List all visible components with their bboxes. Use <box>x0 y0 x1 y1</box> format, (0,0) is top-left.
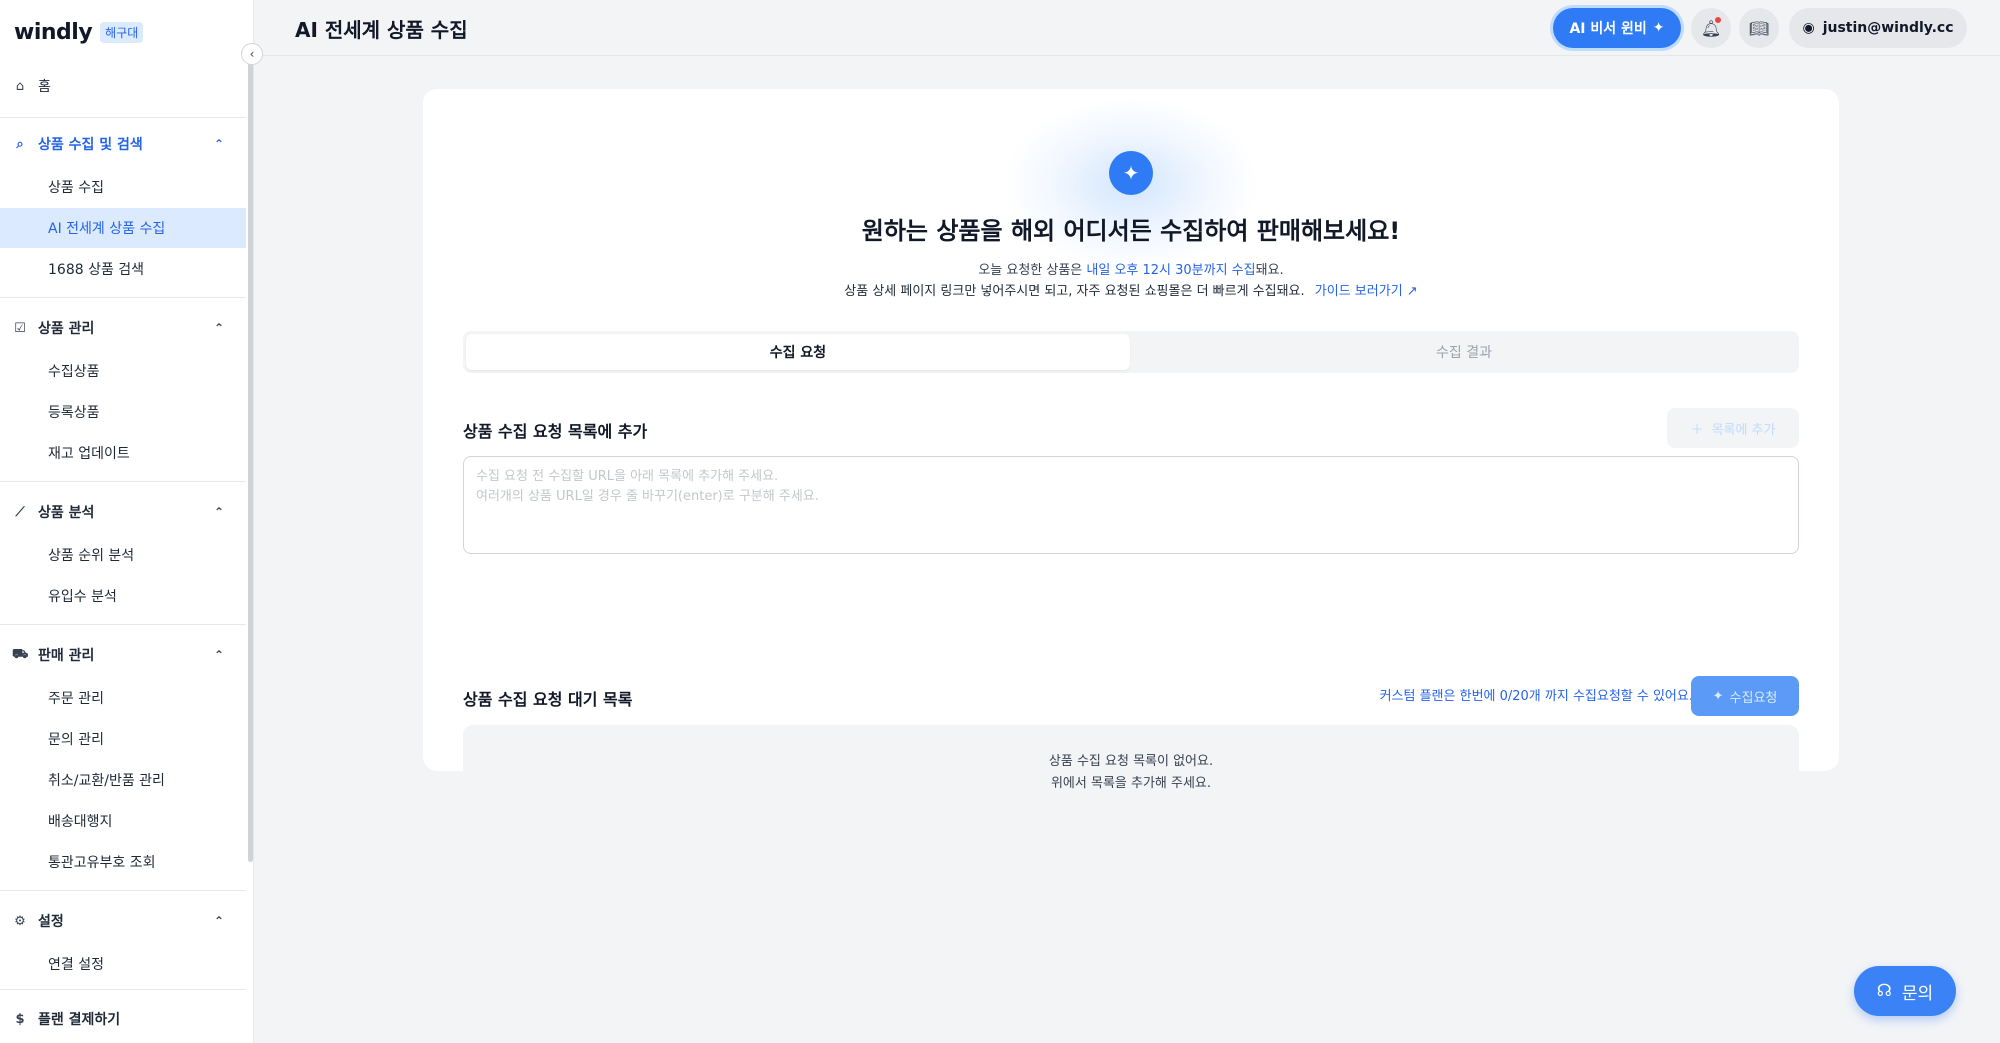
sidebar-item-label: 홈 <box>38 79 51 95</box>
chevron-up-icon: ⌃ <box>213 648 224 662</box>
page-title: AI 전세계 상품 수집 <box>295 18 468 42</box>
sidebar-item-order-manage[interactable]: 주문 관리 <box>0 678 246 718</box>
add-to-list-label: 목록에 추가 <box>1711 422 1776 438</box>
inquiry-button[interactable]: ☊ 문의 <box>1854 966 1956 1016</box>
sidebar-item-customs-code[interactable]: 통관고유부호 조회 <box>0 842 246 882</box>
user-email: justin@windly.cc <box>1822 20 1954 36</box>
sidebar: windly 해구대 ⌂ 홈 ⌕ 상품 수집 및 검색 ⌃ 상품 수집 AI 전… <box>0 0 254 1043</box>
schedule-prefix: 오늘 요청한 상품은 <box>978 263 1087 278</box>
sidebar-scrollbar[interactable] <box>248 62 253 862</box>
url-input[interactable] <box>463 456 1799 554</box>
sidebar-section-product-manage[interactable]: ☑ 상품 관리 ⌃ <box>0 308 246 348</box>
sidebar-item-traffic-analysis[interactable]: 유입수 분석 <box>0 576 246 616</box>
sidebar-item-1688-search[interactable]: 1688 상품 검색 <box>0 249 246 289</box>
sidebar-item-rank-analysis[interactable]: 상품 순위 분석 <box>0 535 246 575</box>
collect-card: ✦ 원하는 상품을 해외 어디서든 수집하여 판매해보세요! 오늘 요청한 상품… <box>423 89 1839 817</box>
sidebar-item-product-collect[interactable]: 상품 수집 <box>0 167 246 207</box>
line-chart-icon: ⟋ <box>15 504 25 520</box>
tab-collect-request[interactable]: 수집 요청 <box>466 334 1130 370</box>
sidebar-item-registered-products[interactable]: 등록상품 <box>0 392 246 432</box>
add-section-title: 상품 수집 요청 목록에 추가 <box>463 422 648 441</box>
sidebar-item-label: 플랜 결제하기 <box>38 1012 121 1028</box>
sidebar-item-cancel-return-manage[interactable]: 취소/교환/반품 관리 <box>0 760 246 800</box>
sidebar-item-ai-global-collect[interactable]: AI 전세계 상품 수집 <box>0 208 246 248</box>
sidebar-divider <box>0 481 246 482</box>
sidebar-item-plan-payment[interactable]: $ 플랜 결제하기 <box>0 999 246 1039</box>
empty-queue-box: 상품 수집 요청 목록이 없어요. 위에서 목록을 추가해 주세요. <box>463 725 1799 817</box>
sidebar-section-label: 상품 관리 <box>38 321 95 337</box>
schedule-highlight: 내일 오후 12시 30분까지 수집 <box>1086 263 1256 278</box>
queue-section-title: 상품 수집 요청 대기 목록 <box>463 690 633 709</box>
sidebar-item-home[interactable]: ⌂ 홈 <box>0 66 246 106</box>
dollar-icon: $ <box>15 1011 25 1027</box>
external-link-icon: ↗ <box>1406 284 1418 299</box>
chevron-up-icon: ⌃ <box>213 137 224 151</box>
headset-icon: ☊ <box>1876 981 1892 1001</box>
guide-link-label: 가이드 보러가기 <box>1314 284 1403 299</box>
sidebar-divider <box>0 117 246 118</box>
brand-logo: windly <box>14 20 93 45</box>
chevron-up-icon: ⌃ <box>213 321 224 335</box>
sidebar-item-collected-products[interactable]: 수집상품 <box>0 351 246 391</box>
cart-icon: ⛟ <box>12 646 29 662</box>
sidebar-section-collect-search[interactable]: ⌕ 상품 수집 및 검색 ⌃ <box>0 124 246 164</box>
hero-subtitle-guide: 상품 상세 페이지 링크만 넣어주시면 되고, 자주 요청된 쇼핑몰은 더 빠르… <box>423 280 1839 299</box>
sparkle-icon: ✦ <box>1652 20 1665 36</box>
empty-hint: 위에서 목록을 추가해 주세요. <box>1050 776 1212 791</box>
hero-subtitle-schedule: 오늘 요청한 상품은 내일 오후 12시 30분까지 수집돼요. <box>423 259 1839 278</box>
sidebar-divider <box>0 989 246 990</box>
sparkle-icon: ✦ <box>1109 151 1153 195</box>
collect-request-button[interactable]: ✦ 수집요청 <box>1691 676 1799 716</box>
sidebar-collapse-button[interactable]: ‹ <box>241 43 263 65</box>
hero-title: 원하는 상품을 해외 어디서든 수집하여 판매해보세요! <box>861 217 1401 245</box>
tab-bar: 수집 요청 수집 결과 <box>463 331 1799 373</box>
empty-message: 상품 수집 요청 목록이 없어요. <box>1048 754 1214 769</box>
chevron-up-icon: ⌃ <box>213 505 224 519</box>
search-icon: ⌕ <box>16 136 24 152</box>
header: AI 전세계 상품 수집 AI 비서 윈비 ✦ 🔔︎ 📖︎ ◉ justin@w… <box>255 0 2000 56</box>
sidebar-section-sales-manage[interactable]: ⛟ 판매 관리 ⌃ <box>0 635 246 675</box>
sidebar-item-connection-settings[interactable]: 연결 설정 <box>0 944 246 984</box>
sidebar-section-label: 설정 <box>38 914 64 930</box>
brand-badge: 해구대 <box>100 22 144 43</box>
checkbox-icon: ☑ <box>14 320 26 336</box>
notification-button[interactable]: 🔔︎ <box>1691 8 1731 48</box>
ai-assistant-button[interactable]: AI 비서 윈비 ✦ <box>1553 8 1681 48</box>
collect-request-label: 수집요청 <box>1729 690 1778 706</box>
notification-dot <box>1715 17 1721 23</box>
sidebar-item-inquiry-manage[interactable]: 문의 관리 <box>0 719 246 759</box>
home-icon: ⌂ <box>15 78 25 94</box>
brand[interactable]: windly 해구대 <box>14 20 144 45</box>
sidebar-divider <box>0 624 246 625</box>
gear-icon: ⚙ <box>14 913 26 929</box>
chevron-up-icon: ⌃ <box>213 914 224 928</box>
sidebar-section-label: 판매 관리 <box>38 648 95 664</box>
sidebar-section-settings[interactable]: ⚙ 설정 ⌃ <box>0 901 246 941</box>
sparkle-icon: ✦ <box>1712 688 1724 704</box>
chevron-left-icon: ‹ <box>249 47 255 61</box>
user-menu-button[interactable]: ◉ justin@windly.cc <box>1789 8 1967 48</box>
sidebar-divider <box>0 890 246 891</box>
sidebar-section-product-analysis[interactable]: ⟋ 상품 분석 ⌃ <box>0 492 246 532</box>
plan-limit-note: 커스텀 플랜은 한번에 0/20개 까지 수집요청할 수 있어요. <box>1379 689 1693 704</box>
user-circle-icon: ◉ <box>1802 20 1815 36</box>
sidebar-item-shipping-agent[interactable]: 배송대행지 <box>0 801 246 841</box>
tab-collect-result[interactable]: 수집 결과 <box>1132 334 1796 370</box>
guide-link[interactable]: 가이드 보러가기 ↗ <box>1315 284 1418 299</box>
sidebar-section-label: 상품 수집 및 검색 <box>38 137 143 153</box>
inquiry-label: 문의 <box>1901 983 1934 1004</box>
add-to-list-button[interactable]: ＋ 목록에 추가 <box>1667 408 1799 448</box>
schedule-suffix: 돼요. <box>1255 263 1284 278</box>
guide-book-button[interactable]: 📖︎ <box>1739 8 1779 48</box>
book-icon: 📖︎ <box>1748 18 1770 38</box>
ai-assistant-label: AI 비서 윈비 <box>1569 21 1647 37</box>
sidebar-item-stock-update[interactable]: 재고 업데이트 <box>0 433 246 473</box>
sidebar-section-label: 상품 분석 <box>38 505 95 521</box>
sidebar-divider <box>0 297 246 298</box>
guide-description: 상품 상세 페이지 링크만 넣어주시면 되고, 자주 요청된 쇼핑몰은 더 빠르… <box>844 284 1305 299</box>
plus-icon: ＋ <box>1690 422 1704 438</box>
